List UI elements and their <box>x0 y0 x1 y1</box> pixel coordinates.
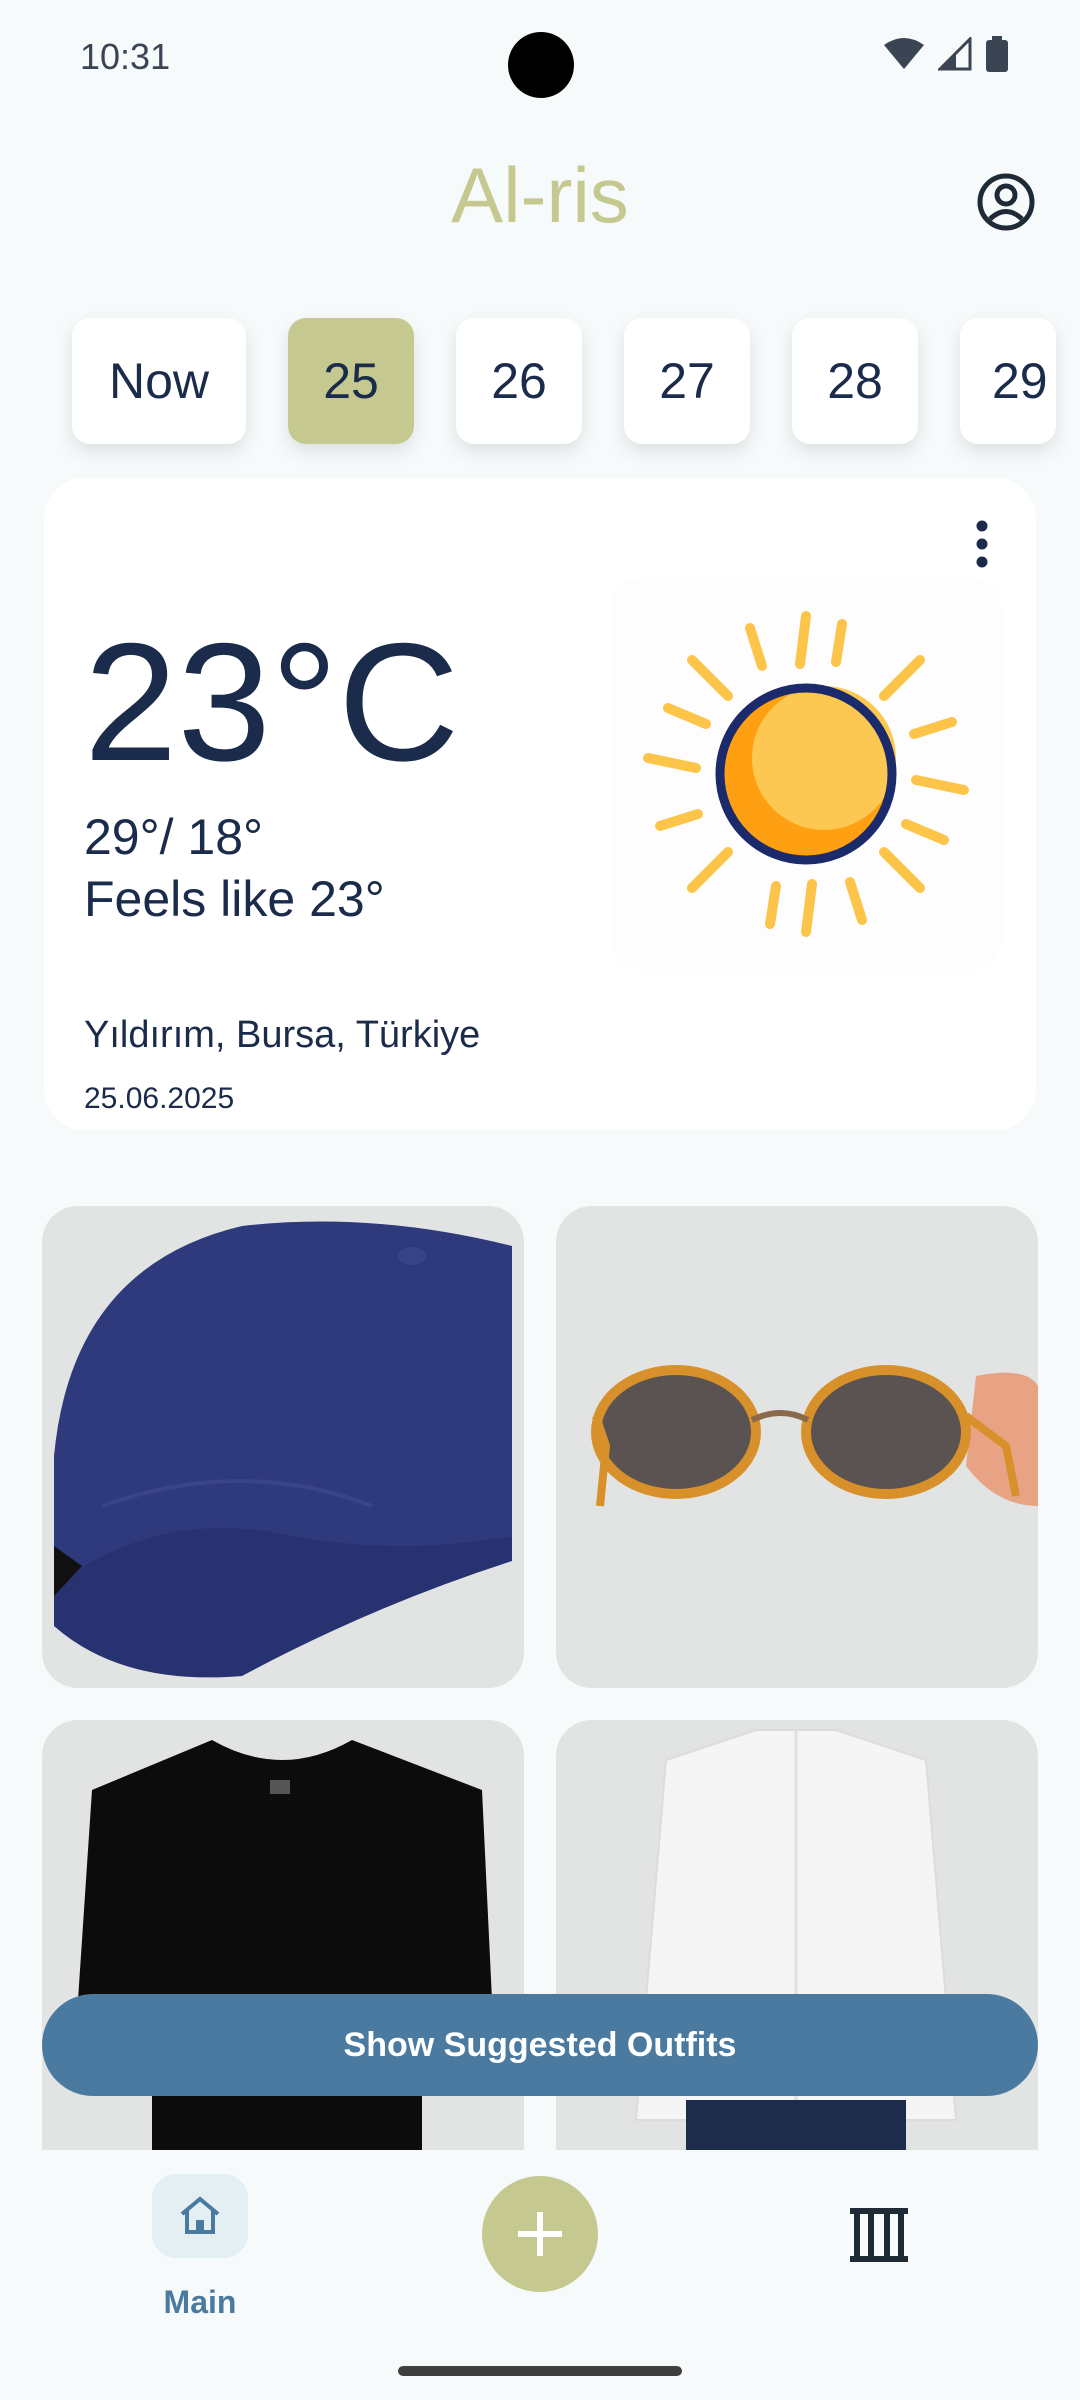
bottom-navigation: Main <box>0 2150 1080 2400</box>
show-suggested-outfits-button[interactable]: Show Suggested Outfits <box>42 1994 1038 2096</box>
day-chip-26[interactable]: 26 <box>456 318 582 444</box>
status-time: 10:31 <box>80 36 171 77</box>
plus-icon <box>518 2212 562 2256</box>
nav-main-button[interactable] <box>152 2174 248 2258</box>
sun-icon <box>643 611 969 937</box>
day-chip-25[interactable]: 25 <box>288 318 414 444</box>
home-icon <box>180 2196 220 2234</box>
day-chip-29[interactable]: 29 <box>960 318 1056 444</box>
sunglasses-image <box>591 1365 1038 1507</box>
app-title: Al-ris <box>451 151 629 239</box>
high-low-temperature: 29°/ 18° <box>84 809 264 865</box>
outfit-item-cap[interactable] <box>42 1206 524 1688</box>
day-chip-27[interactable]: 27 <box>624 318 750 444</box>
nav-main-label: Main <box>163 2284 237 2320</box>
location: Yıldırım, Bursa, Türkiye <box>84 1014 481 1056</box>
wardrobe-icon[interactable] <box>846 2204 912 2266</box>
cap-image <box>54 1221 512 1678</box>
current-temperature: 23°C <box>84 608 460 796</box>
signal-icon <box>938 37 972 71</box>
day-chip-28[interactable]: 28 <box>792 318 918 444</box>
status-bar: 10:31 <box>0 0 1080 120</box>
battery-icon <box>986 36 1008 72</box>
day-selector: Now 25 26 27 28 29 <box>72 318 1056 444</box>
more-vert-icon[interactable] <box>962 514 1002 574</box>
feels-like: Feels like 23° <box>84 871 385 927</box>
camera-cutout <box>508 32 574 98</box>
weather-condition <box>610 578 1002 970</box>
outfit-item-sunglasses[interactable] <box>556 1206 1038 1688</box>
day-chip-now[interactable]: Now <box>72 318 246 444</box>
status-icons <box>884 36 1008 72</box>
wifi-icon <box>884 38 924 69</box>
weather-card: 23°C 29°/ 18° Feels like 23° Yıldırım, B… <box>44 478 1036 1130</box>
home-indicator[interactable] <box>398 2366 682 2376</box>
weather-date: 25.06.2025 <box>84 1082 235 1115</box>
add-item-button[interactable] <box>482 2176 598 2292</box>
account-circle-icon[interactable] <box>976 172 1036 232</box>
